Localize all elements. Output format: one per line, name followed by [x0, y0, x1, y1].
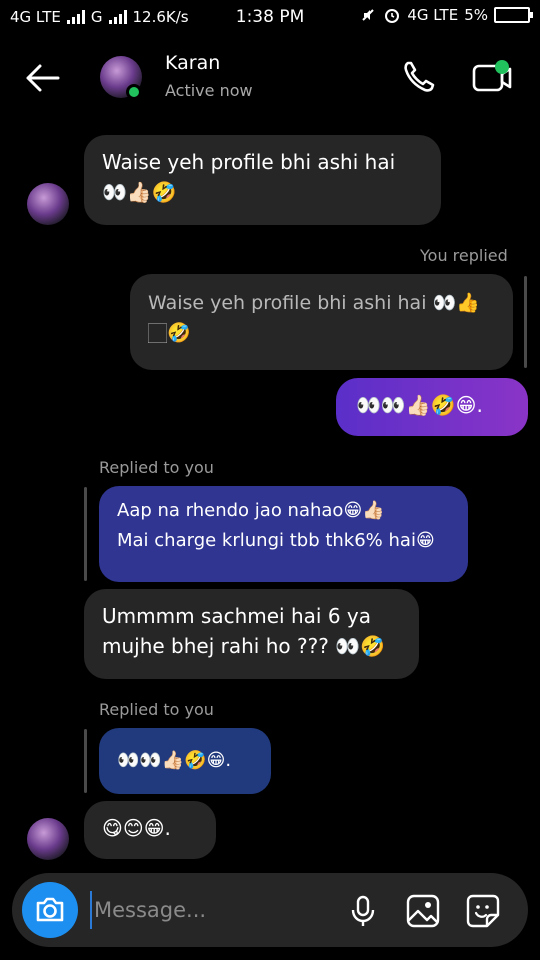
message-text: Ummmm sachmei hai 6 ya	[102, 604, 371, 628]
battery-percent: 5%	[464, 6, 488, 24]
quoted-message[interactable]: Aap na rhendo jao nahao😁👍🏻 Mai charge kr…	[99, 486, 468, 582]
replied-to-you-label: Replied to you	[99, 700, 214, 719]
sender-avatar[interactable]	[27, 183, 69, 225]
sender-avatar[interactable]	[27, 818, 69, 860]
message-composer	[12, 873, 528, 947]
replied-to-you-label: Replied to you	[99, 458, 214, 477]
mute-icon	[362, 9, 375, 21]
quoted-text: 🏻🤣	[148, 322, 191, 344]
message-input[interactable]	[90, 891, 330, 929]
quoted-message[interactable]: 👀👀👍🏻🤣😁.	[99, 728, 271, 794]
back-arrow-icon[interactable]	[22, 60, 62, 96]
video-icon[interactable]	[470, 56, 516, 98]
camera-icon	[36, 897, 64, 922]
you-replied-label: You replied	[420, 246, 508, 265]
message-text: 👀👍🏻🤣	[102, 180, 177, 204]
quote-indicator	[84, 487, 87, 581]
quoted-text: Aap na rhendo jao nahao😁👍🏻	[117, 500, 385, 521]
contact-name[interactable]: Karan	[165, 52, 220, 74]
message-text: Waise yeh profile bhi ashi hai	[102, 150, 396, 174]
quote-indicator	[524, 276, 527, 368]
chat-header: Karan Active now	[0, 40, 540, 116]
phone-icon[interactable]	[398, 56, 440, 98]
network-label-right: 4G LTE	[407, 6, 459, 24]
message-bubble-incoming[interactable]: 😋😊😁.	[84, 801, 216, 859]
contact-status: Active now	[165, 81, 253, 100]
message-bubble-incoming[interactable]: Ummmm sachmei hai 6 ya mujhe bhej rahi h…	[84, 589, 419, 679]
sticker-icon[interactable]	[465, 893, 501, 929]
status-right: 4G LTE 5%	[359, 6, 533, 24]
camera-button[interactable]	[22, 882, 78, 938]
image-icon[interactable]	[405, 893, 441, 929]
battery-icon	[494, 7, 533, 23]
quoted-message[interactable]: Waise yeh profile bhi ashi hai 👀👍 🏻🤣	[130, 274, 513, 370]
message-bubble-incoming[interactable]: Waise yeh profile bhi ashi hai 👀👍🏻🤣	[84, 135, 441, 225]
online-status-dot	[126, 84, 142, 100]
message-text: mujhe bhej rahi ho ??? 👀🤣	[102, 634, 385, 658]
quoted-text: 👀👀👍🏻🤣😁.	[117, 750, 232, 771]
status-bar: 4G LTE G 12.6K/s 1:38 PM 4G LTE 5%	[0, 0, 540, 34]
quote-indicator	[84, 729, 87, 793]
alarm-icon	[385, 9, 400, 23]
message-text: 👀👀👍🏻🤣😁.	[356, 393, 483, 417]
microphone-icon[interactable]	[345, 893, 381, 929]
quoted-text: Waise yeh profile bhi ashi hai 👀👍	[148, 292, 480, 314]
quoted-text: Mai charge krlungi tbb thk6% hai😁	[117, 530, 435, 551]
video-active-dot	[495, 60, 509, 74]
message-bubble-outgoing[interactable]: 👀👀👍🏻🤣😁.	[336, 378, 528, 436]
message-text: 😋😊😁.	[102, 816, 171, 840]
